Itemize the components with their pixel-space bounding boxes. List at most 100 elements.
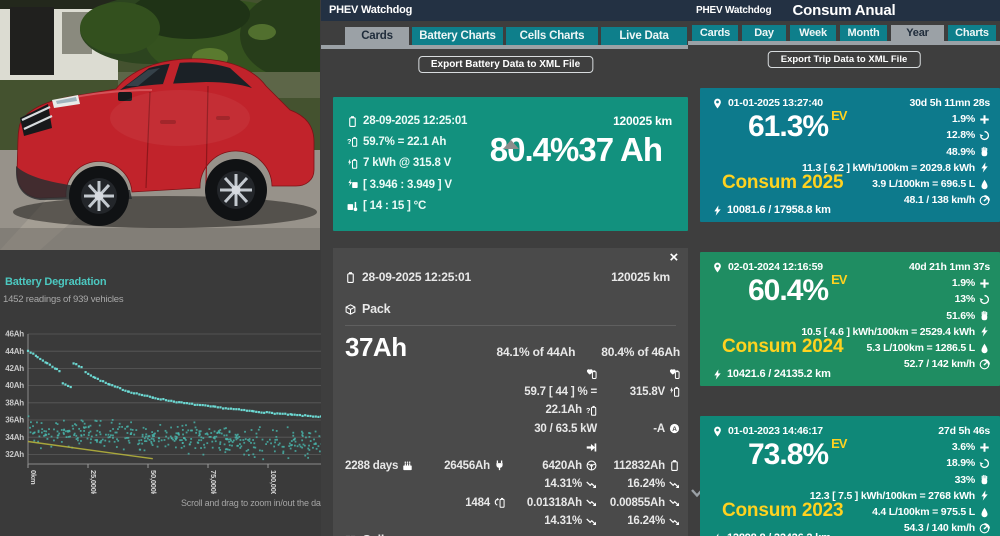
stat-cell: [505, 438, 597, 457]
tab-charts[interactable]: Charts: [948, 25, 996, 41]
svg-text:36Ah: 36Ah: [5, 416, 24, 425]
tab-battery-charts[interactable]: Battery Charts: [412, 27, 503, 45]
tab-week[interactable]: Week: [790, 25, 836, 41]
loss-per-cycle: 0.01318Ah: [505, 494, 597, 513]
plus-percent: 1.9%: [802, 111, 990, 127]
battery-cycle-icon: [494, 497, 505, 508]
pin-icon: [712, 426, 723, 437]
pack-icon: [345, 304, 356, 315]
current-stat: -A: [597, 420, 680, 439]
summary-stat: [ 3.946 : 3.949 ] V: [347, 174, 452, 196]
speed-gauge-icon: [979, 523, 990, 534]
year-cards: 01-01-2025 13:27:40 61.3% EV 30d 5h 11mn …: [700, 88, 1000, 536]
tabstrip: [688, 41, 1000, 45]
cake-icon: [402, 460, 413, 471]
battery-degradation-chart[interactable]: 46Ah 44Ah 42Ah 40Ah 38Ah 36Ah 34Ah 32Ah 0km 25,00…: [0, 312, 335, 494]
close-icon[interactable]: ×: [669, 250, 678, 265]
steering-wheel-icon: [586, 460, 597, 471]
plus-percent: 1.9%: [801, 275, 990, 291]
pack-voltage: 315.8V: [597, 383, 680, 402]
speed-stats: 54.3 / 140 km/h: [810, 520, 990, 536]
trip-year-card[interactable]: 01-01-2023 14:46:17 73.8% EV 27d 5h 46s 3…: [700, 416, 1000, 536]
charge-in-icon: [586, 442, 597, 453]
battery-icon: [347, 116, 358, 127]
charge-percent: 48.9%: [802, 144, 990, 160]
charged-ah: 26456Ah: [444, 457, 505, 476]
charge-hand-icon: [979, 146, 990, 157]
battery-age: 2288 days: [345, 457, 449, 476]
plus-icon: [979, 114, 990, 125]
battery-panel-header: PHEV Watchdog: [321, 0, 690, 21]
tab-cards[interactable]: Cards: [345, 27, 409, 45]
capacity-of-46: 80.4% of 46Ah: [601, 345, 680, 359]
tab-cards[interactable]: Cards: [692, 25, 738, 41]
svg-text:50,000km: 50,000km: [149, 470, 158, 494]
trip-duration: 27d 5h 46s: [938, 425, 990, 438]
export-battery-xml-button[interactable]: Export Battery Data to XML File: [417, 56, 594, 73]
plus-icon: [979, 278, 990, 289]
degradation-pct: 16.24%: [597, 475, 680, 494]
distance-stats: 10081.6 / 17958.8 km: [712, 204, 831, 216]
divider: [345, 325, 676, 326]
plug-icon: [494, 460, 505, 471]
distance-stats: 12898.8 / 22426.2 km: [712, 532, 831, 536]
battery-heart-icon: [669, 368, 680, 379]
export-trip-xml-button[interactable]: Export Trip Data to XML File: [767, 51, 921, 68]
tab-cells-charts[interactable]: Cells Charts: [506, 27, 598, 45]
battery-tabs: Cards Battery Charts Cells Charts Live Data: [345, 27, 687, 45]
trip-duration: 30d 5h 11mn 28s: [909, 97, 991, 110]
stat-cell: [505, 364, 597, 383]
year-consum-label: Consum 2024: [722, 336, 844, 357]
lightning-icon: [979, 326, 990, 337]
battery-charge-icon: [669, 386, 680, 397]
summary-stat: 7 kWh @ 315.8 V: [347, 153, 452, 175]
lightning-icon: [712, 369, 723, 380]
temperature-range-icon: [347, 201, 358, 212]
cycle-count: 1484: [449, 494, 505, 513]
tab-live-data[interactable]: Live Data: [601, 27, 687, 45]
pin-icon: [712, 262, 723, 273]
lightning-icon: [712, 533, 723, 536]
tab-year[interactable]: Year: [891, 25, 944, 41]
odometer: 120025 km: [613, 114, 672, 128]
speed-gauge-icon: [979, 195, 990, 206]
battery-icon: [345, 272, 356, 283]
tab-month[interactable]: Month: [840, 25, 887, 41]
trip-year-card[interactable]: 02-01-2024 12:16:59 60.4% EV 40d 21h 1mn …: [700, 252, 1000, 386]
battery-summary-card[interactable]: 28-09-2025 12:25:01 120025 km 59.7% = 22…: [333, 97, 688, 231]
year-consum-label: Consum 2023: [722, 500, 844, 521]
degradation-icon: [669, 479, 680, 490]
page-title: Consum Anual: [792, 2, 896, 19]
svg-text:25,000km: 25,000km: [89, 470, 98, 494]
capacity-headline: 80.4%37 Ah: [490, 131, 663, 169]
total-ah: 112832Ah: [597, 457, 680, 476]
tab-day[interactable]: Day: [742, 25, 786, 41]
degradation-icon: [669, 497, 680, 508]
battery-degradation-panel: Battery Degradation 1452 readings of 939…: [0, 250, 385, 536]
degradation-pct: 14.31%: [505, 475, 597, 494]
battery-question-icon: [586, 405, 597, 416]
trip-duration: 40d 21h 1mn 37s: [908, 261, 990, 274]
consum-anual-panel: PHEV Watchdog Consum Anual Cards Day Week M…: [688, 0, 1000, 536]
svg-text:0km: 0km: [29, 470, 38, 485]
charge-hand-icon: [979, 310, 990, 321]
driven-ah: 6420Ah: [505, 457, 597, 476]
regen-percent: 18.9%: [810, 455, 990, 471]
plus-icon: [979, 442, 990, 453]
battery-heart-icon: [586, 368, 597, 379]
pin-icon: [712, 98, 723, 109]
detail-grid: 59.7 [ 44 ] % = 315.8V 22.1Ah 30 / 63.5 kW -…: [345, 364, 680, 531]
chart-title: Battery Degradation: [5, 276, 107, 288]
trip-year-card[interactable]: 01-01-2025 13:27:40 61.3% EV 30d 5h 11mn …: [700, 88, 1000, 222]
fuel-drop-icon: [979, 507, 990, 518]
charge-percent: 51.6%: [801, 308, 990, 324]
scroll-up-icon[interactable]: [503, 140, 519, 149]
distance-stats: 10421.6 / 24135.2 km: [712, 368, 831, 380]
battery-question-icon: [347, 136, 358, 147]
loss-per-cycle: 0.00855Ah: [597, 494, 680, 513]
power-stats: 30 / 63.5 kW: [534, 422, 597, 435]
charge-hand-icon: [979, 474, 990, 485]
svg-text:38Ah: 38Ah: [5, 398, 24, 407]
stat-cell: [597, 364, 680, 383]
phev-watchdog-app: Battery Degradation 1452 readings of 939…: [0, 0, 1000, 536]
